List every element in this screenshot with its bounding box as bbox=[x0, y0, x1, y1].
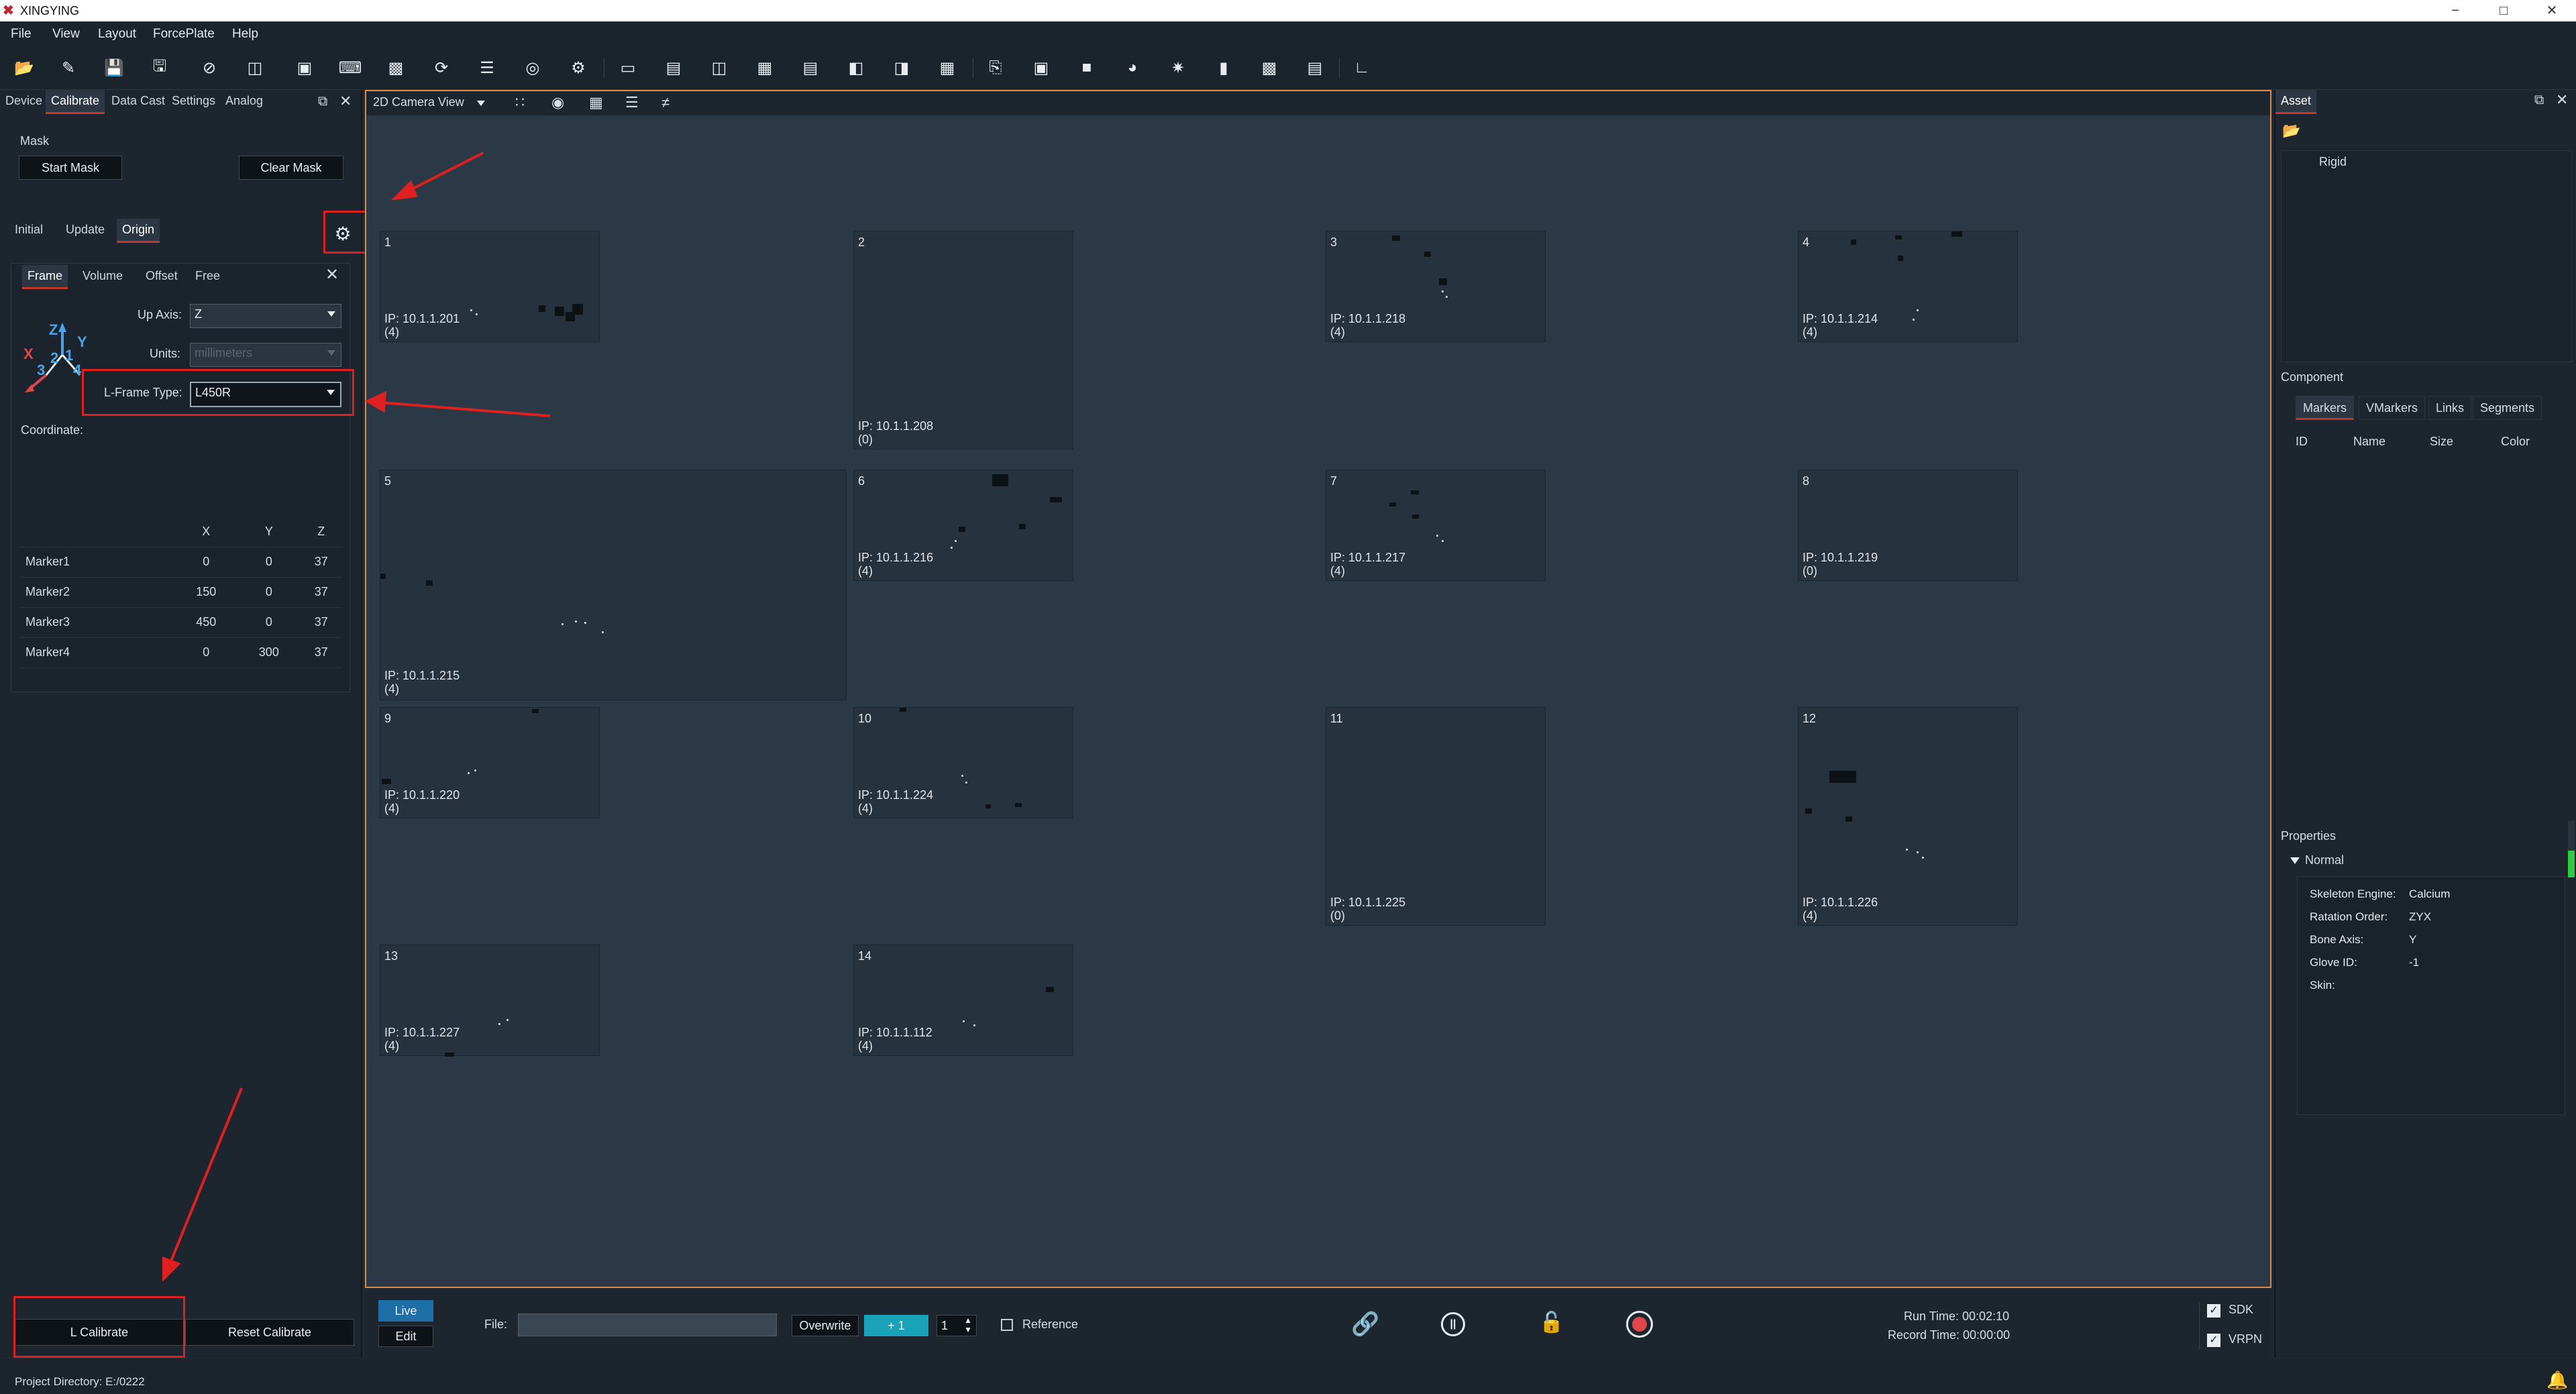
normal-group[interactable]: Normal bbox=[2290, 853, 2344, 867]
live-button[interactable]: Live bbox=[378, 1300, 433, 1322]
tab-asset[interactable]: Asset bbox=[2275, 90, 2317, 114]
tab-links[interactable]: Links bbox=[2428, 396, 2472, 420]
take-spinbox[interactable]: 1 ▲ ▼ bbox=[936, 1315, 977, 1336]
right-panel: Asset ⧉ ✕ 📂 Rigid Component Markers VMar… bbox=[2274, 90, 2576, 1358]
close-panel-icon[interactable]: ✕ bbox=[2556, 91, 2568, 109]
file-input[interactable] bbox=[518, 1313, 777, 1336]
take-spinbox-value: 1 bbox=[941, 1319, 949, 1332]
arrow-to-lframe bbox=[380, 401, 551, 417]
prop-key: Bone Axis: bbox=[2310, 933, 2364, 946]
component-title: Component bbox=[2281, 370, 2344, 384]
run-time: Run Time: 00:02:10 bbox=[1904, 1309, 2010, 1323]
prop-value[interactable]: Calcium bbox=[2409, 888, 2450, 901]
asset-list[interactable]: Rigid bbox=[2281, 150, 2572, 362]
component-tabs: Markers VMarkers Links Segments bbox=[2296, 396, 2564, 423]
column-id: ID bbox=[2296, 435, 2308, 448]
arrow-to-gear bbox=[406, 152, 484, 193]
pause-icon[interactable]: || bbox=[1441, 1312, 1465, 1336]
scrollbar-thumb[interactable] bbox=[2568, 851, 2575, 877]
prop-value[interactable]: Y bbox=[2409, 933, 2416, 947]
link-icon[interactable]: 🔗 bbox=[1351, 1311, 1379, 1338]
record-button[interactable] bbox=[1626, 1311, 1653, 1338]
record-time: Record Time: 00:00:00 bbox=[1888, 1328, 2010, 1342]
arrow-to-lframe-head bbox=[364, 390, 387, 413]
column-color: Color bbox=[2501, 435, 2530, 448]
status-divider bbox=[2199, 1303, 2200, 1350]
plus-one-button[interactable]: + 1 bbox=[864, 1315, 928, 1336]
arrow-to-gear-head bbox=[390, 180, 418, 201]
vrpn-label: VRPN bbox=[2229, 1332, 2263, 1346]
properties-title: Properties bbox=[2281, 829, 2337, 843]
asset-rigid[interactable]: Rigid bbox=[2319, 155, 2347, 169]
properties-grid: Skeleton Engine: Calcium Ratation Order:… bbox=[2297, 876, 2565, 1115]
sdk-label: SDK bbox=[2229, 1303, 2254, 1316]
properties-scrollbar[interactable] bbox=[2568, 821, 2575, 877]
tab-segments[interactable]: Segments bbox=[2473, 396, 2542, 420]
float-panel-icon[interactable]: ⧉ bbox=[2534, 93, 2544, 108]
prop-key: Ratation Order: bbox=[2310, 910, 2388, 923]
project-directory: Project Directory: E:/0222 bbox=[15, 1375, 145, 1388]
reference-label: Reference bbox=[1022, 1318, 1079, 1331]
column-size: Size bbox=[2430, 435, 2454, 448]
annotation-arrows bbox=[162, 152, 551, 1282]
reference-checkbox[interactable] bbox=[1001, 1319, 1013, 1331]
chevron-down-icon bbox=[2290, 857, 2300, 864]
open-asset-icon[interactable]: 📂 bbox=[2282, 122, 2300, 140]
arrow-to-l-calibrate bbox=[169, 1087, 243, 1263]
record-icon bbox=[1632, 1317, 1647, 1332]
transport-bar: Live Edit File: Overwrite + 1 1 ▲ ▼ Refer… bbox=[365, 1289, 2271, 1359]
prop-key: Glove ID: bbox=[2310, 956, 2357, 969]
prop-key: Skeleton Engine: bbox=[2310, 888, 2396, 900]
unlock-icon[interactable]: 🔓 bbox=[1539, 1311, 1564, 1334]
tab-markers[interactable]: Markers bbox=[2296, 396, 2355, 420]
column-name: Name bbox=[2353, 435, 2386, 448]
prop-value[interactable]: -1 bbox=[2409, 956, 2419, 969]
tab-vmarkers[interactable]: VMarkers bbox=[2359, 396, 2426, 420]
status-bar: Project Directory: E:/0222 🔔 bbox=[0, 1359, 2576, 1394]
prop-value[interactable]: ZYX bbox=[2409, 910, 2431, 924]
notification-bell-icon[interactable]: 🔔 bbox=[2546, 1370, 2568, 1391]
arrow-to-l-calibrate-head bbox=[162, 1256, 181, 1282]
file-label: File: bbox=[484, 1318, 508, 1331]
spin-arrows-icon[interactable]: ▲ ▼ bbox=[964, 1316, 972, 1334]
overwrite-button[interactable]: Overwrite bbox=[792, 1315, 859, 1336]
prop-key: Skin: bbox=[2310, 979, 2335, 991]
sdk-checkbox[interactable]: ✓ bbox=[2207, 1304, 2220, 1318]
edit-button[interactable]: Edit bbox=[378, 1326, 433, 1347]
normal-group-label: Normal bbox=[2305, 853, 2345, 867]
vrpn-checkbox[interactable]: ✓ bbox=[2207, 1334, 2220, 1347]
